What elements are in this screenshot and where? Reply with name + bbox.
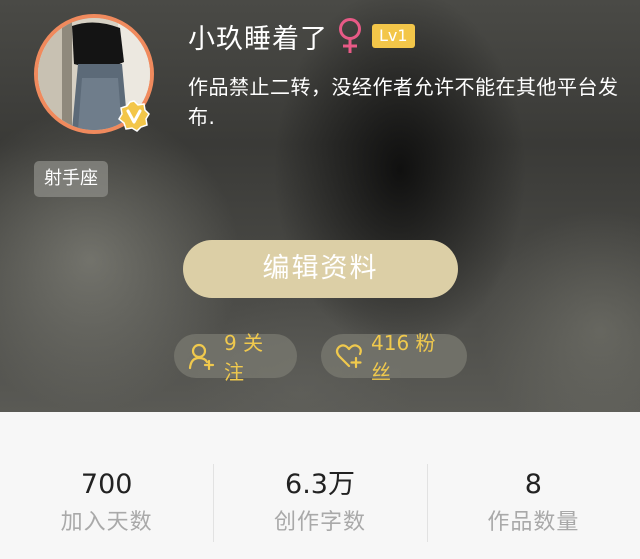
female-symbol-icon xyxy=(336,17,364,55)
stat-word-count[interactable]: 6.3万 创作字数 xyxy=(213,412,426,559)
username-row: 小玖睡着了 Lv1 xyxy=(188,16,415,56)
fans-button[interactable]: 416 粉丝 xyxy=(321,331,467,384)
stat-value: 700 xyxy=(80,469,133,500)
zodiac-tag[interactable]: 射手座 xyxy=(34,161,108,197)
stat-label: 加入天数 xyxy=(60,510,153,535)
fans-label: 416 粉丝 xyxy=(371,331,436,384)
following-label: 9 关注 xyxy=(224,331,264,384)
profile-header: 小玖睡着了 Lv1 作品禁止二转，没经作者允许不能在其他平台发布. 射手座 编辑… xyxy=(0,0,640,412)
stat-value: 8 xyxy=(524,469,542,500)
level-badge: Lv1 xyxy=(372,24,415,48)
username: 小玖睡着了 xyxy=(188,23,328,55)
stat-works-count[interactable]: 8 作品数量 xyxy=(426,412,640,559)
stat-join-days[interactable]: 700 加入天数 xyxy=(0,412,213,559)
stat-value: 6.3万 xyxy=(285,469,355,500)
stat-label: 作品数量 xyxy=(487,510,580,535)
person-add-icon xyxy=(188,343,215,370)
following-button[interactable]: 9 关注 xyxy=(174,331,297,384)
stats-bar: 700 加入天数 6.3万 创作字数 8 作品数量 xyxy=(0,412,640,559)
edit-profile-button[interactable]: 编辑资料 xyxy=(183,240,458,298)
stat-label: 创作字数 xyxy=(273,510,366,535)
bio-text: 作品禁止二转，没经作者允许不能在其他平台发布. xyxy=(188,75,619,129)
avatar-container[interactable] xyxy=(34,14,154,134)
verified-v-badge-icon xyxy=(118,100,150,132)
heart-add-icon xyxy=(335,344,362,369)
